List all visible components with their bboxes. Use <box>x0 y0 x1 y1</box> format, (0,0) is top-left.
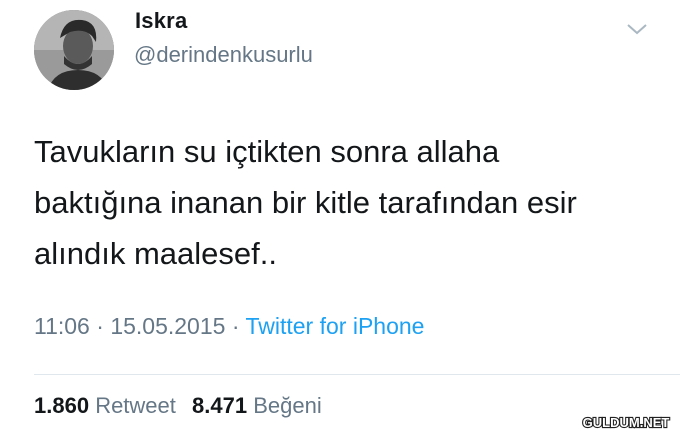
likes-label[interactable]: Beğeni <box>253 393 322 418</box>
retweets-count[interactable]: 1.860 <box>34 393 89 418</box>
tweet-text-line: baktığına inanan bir kitle tarafından es… <box>34 185 577 220</box>
meta-separator: · <box>96 313 104 339</box>
meta-separator: · <box>231 313 240 339</box>
chevron-down-icon[interactable] <box>626 22 648 36</box>
tweet-meta: 11:06 · 15.05.2015 · Twitter for iPhone <box>34 313 424 340</box>
profile-photo-icon <box>34 10 114 90</box>
watermark-logo: GULDUM.NET <box>576 414 676 431</box>
tweet-text-line: alındık maalesef.. <box>34 236 277 271</box>
tweet-text: Tavukların su içtikten sonra allaha bakt… <box>34 126 654 279</box>
tweet-time[interactable]: 11:06 <box>34 313 90 339</box>
likes-count[interactable]: 8.471 <box>192 393 247 418</box>
divider <box>34 374 680 375</box>
tweet-text-line: Tavukların su içtikten sonra allaha <box>34 134 500 169</box>
tweet-date[interactable]: 15.05.2015 <box>110 313 225 339</box>
tweet-stats: 1.860 Retweet 8.471 Beğeni <box>34 393 322 419</box>
retweets-label[interactable]: Retweet <box>95 393 176 418</box>
svg-text:GULDUM.NET: GULDUM.NET <box>583 415 670 430</box>
avatar[interactable] <box>34 10 114 90</box>
username[interactable]: @derindenkusurlu <box>134 42 313 68</box>
tweet-card: Iskra @derindenkusurlu Tavukların su içt… <box>0 0 680 436</box>
tweet-source-link[interactable]: Twitter for iPhone <box>245 313 424 339</box>
display-name[interactable]: Iskra <box>135 8 187 34</box>
